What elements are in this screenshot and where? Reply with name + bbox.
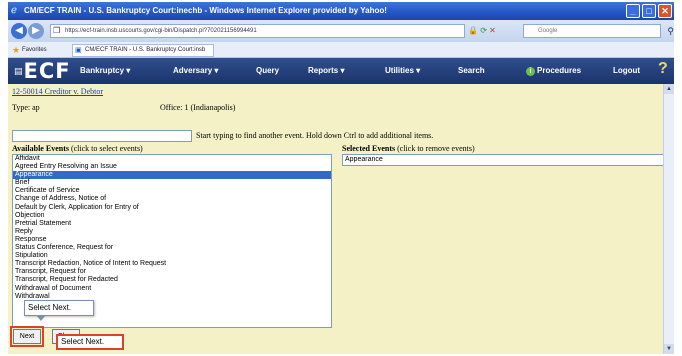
event-option[interactable]: Objection [13, 212, 331, 220]
event-option[interactable]: Stipulation [13, 252, 331, 260]
address-text: https://ecf-train.insb.uscourts.gov/cgi-… [65, 28, 257, 34]
available-events-note: (click to select events) [70, 144, 143, 153]
available-events-title: Available Events [12, 144, 69, 153]
event-option[interactable]: Transcript, Request for Redacted [13, 276, 331, 284]
selected-event-item[interactable]: Appearance [345, 156, 383, 163]
close-button[interactable]: ✕ [658, 4, 672, 18]
menu-search[interactable]: Search [458, 58, 485, 84]
window-title: CM/ECF TRAIN - U.S. Bankruptcy Court:ine… [24, 6, 387, 15]
help-icon[interactable]: ? [658, 60, 668, 78]
selected-events-list[interactable]: Appearance [342, 154, 667, 166]
info-icon: i [526, 67, 535, 76]
lock-icon[interactable]: 🔒 [468, 26, 478, 35]
ecf-logo: ▤ECF [14, 60, 71, 83]
browser-window: ℯ CM/ECF TRAIN - U.S. Bankruptcy Court:i… [8, 2, 674, 354]
title-bar: ℯ CM/ECF TRAIN - U.S. Bankruptcy Court:i… [8, 2, 674, 20]
available-events-heading: Available Events (click to select events… [12, 144, 143, 153]
case-office: Office: 1 (Indianapolis) [160, 103, 236, 112]
page-icon: ❐ [53, 26, 61, 35]
ie-logo-icon: ℯ [11, 5, 17, 16]
favorites-button[interactable]: Favorites [22, 42, 47, 58]
event-option[interactable]: Withdrawal of Document [13, 285, 331, 293]
window-controls: _ □ ✕ [626, 4, 672, 18]
address-tools: 🔒 ⟳ ✕ [468, 24, 496, 38]
browser-tab[interactable]: ▣ CM/ECF TRAIN - U.S. Bankruptcy Court:i… [72, 44, 215, 57]
selected-events-heading: Selected Events (click to remove events) [342, 144, 475, 153]
stop-icon[interactable]: ✕ [489, 26, 496, 35]
event-find-input[interactable] [12, 130, 192, 142]
event-option[interactable]: Brief [13, 179, 331, 187]
menu-bankruptcy[interactable]: Bankruptcy ▾ [80, 58, 130, 84]
refresh-icon[interactable]: ⟳ [480, 26, 487, 35]
flag-icon: ▤ [14, 67, 24, 77]
page-scrollbar[interactable]: ▲ ▼ [663, 84, 674, 354]
tooltip-pointer [36, 315, 46, 321]
ecf-logo-text: ECF [23, 59, 71, 83]
menu-reports[interactable]: Reports ▾ [308, 58, 344, 84]
address-bar-row: ◀ ▶ ❐ https://ecf-train.insb.uscourts.go… [8, 20, 674, 42]
event-find-hint: Start typing to find another event. Hold… [196, 131, 434, 140]
search-input[interactable]: Google ⚲ [523, 24, 674, 38]
select-next-tooltip: Select Next. [24, 300, 94, 316]
tab-page-icon: ▣ [75, 47, 82, 54]
favorites-bar: ★ Favorites ▣ CM/ECF TRAIN - U.S. Bankru… [8, 42, 674, 58]
minimize-button[interactable]: _ [626, 4, 640, 18]
event-option[interactable]: Status Conference, Request for [13, 244, 331, 252]
event-option[interactable]: Default by Clerk, Application for Entry … [13, 204, 331, 212]
scroll-up-icon[interactable]: ▲ [664, 84, 674, 94]
selected-events-title: Selected Events [342, 144, 396, 153]
address-field[interactable]: ❐ https://ecf-train.insb.uscourts.gov/cg… [50, 24, 465, 38]
event-option[interactable]: Agreed Entry Resolving an Issue [13, 163, 331, 171]
menu-query[interactable]: Query [256, 58, 279, 84]
event-option[interactable]: Change of Address, Notice of [13, 195, 331, 203]
forward-button[interactable]: ▶ [28, 23, 44, 39]
search-placeholder: Google [538, 28, 558, 34]
selected-events-note: (click to remove events) [397, 144, 475, 153]
scroll-down-icon[interactable]: ▼ [664, 344, 674, 354]
case-type: Type: ap [12, 103, 40, 112]
event-option[interactable]: Transcript Redaction, Notice of Intent t… [13, 260, 331, 268]
event-option[interactable]: Pretrial Statement [13, 220, 331, 228]
search-icon[interactable]: ⚲ [667, 25, 674, 37]
next-button[interactable]: Next [10, 326, 44, 347]
case-number-link[interactable]: 12-50014 Creditor v. Debtor [12, 87, 103, 96]
menu-procedures-label: Procedures [537, 66, 582, 75]
main-content: 12-50014 Creditor v. Debtor Type: ap Off… [8, 84, 674, 354]
event-option[interactable]: Certificate of Service [13, 187, 331, 195]
event-option[interactable]: Transcript, Request for [13, 268, 331, 276]
maximize-button[interactable]: □ [642, 4, 656, 18]
select-next-callout: Select Next. [56, 334, 124, 350]
menu-adversary[interactable]: Adversary ▾ [173, 58, 218, 84]
event-option[interactable]: Reply [13, 228, 331, 236]
event-option[interactable]: Appearance [13, 171, 331, 180]
menu-utilities[interactable]: Utilities ▾ [385, 58, 420, 84]
event-option[interactable]: Affidavit [13, 155, 331, 163]
menu-logout[interactable]: Logout [613, 58, 640, 84]
event-option[interactable]: Response [13, 236, 331, 244]
menu-procedures[interactable]: i Procedures [526, 58, 581, 84]
ecf-menu-bar: ▤ECF Bankruptcy ▾ Adversary ▾ Query Repo… [8, 58, 674, 84]
favorites-star-icon: ★ [12, 45, 21, 55]
tab-title: CM/ECF TRAIN - U.S. Bankruptcy Court:ins… [85, 47, 206, 53]
back-button[interactable]: ◀ [11, 23, 27, 39]
